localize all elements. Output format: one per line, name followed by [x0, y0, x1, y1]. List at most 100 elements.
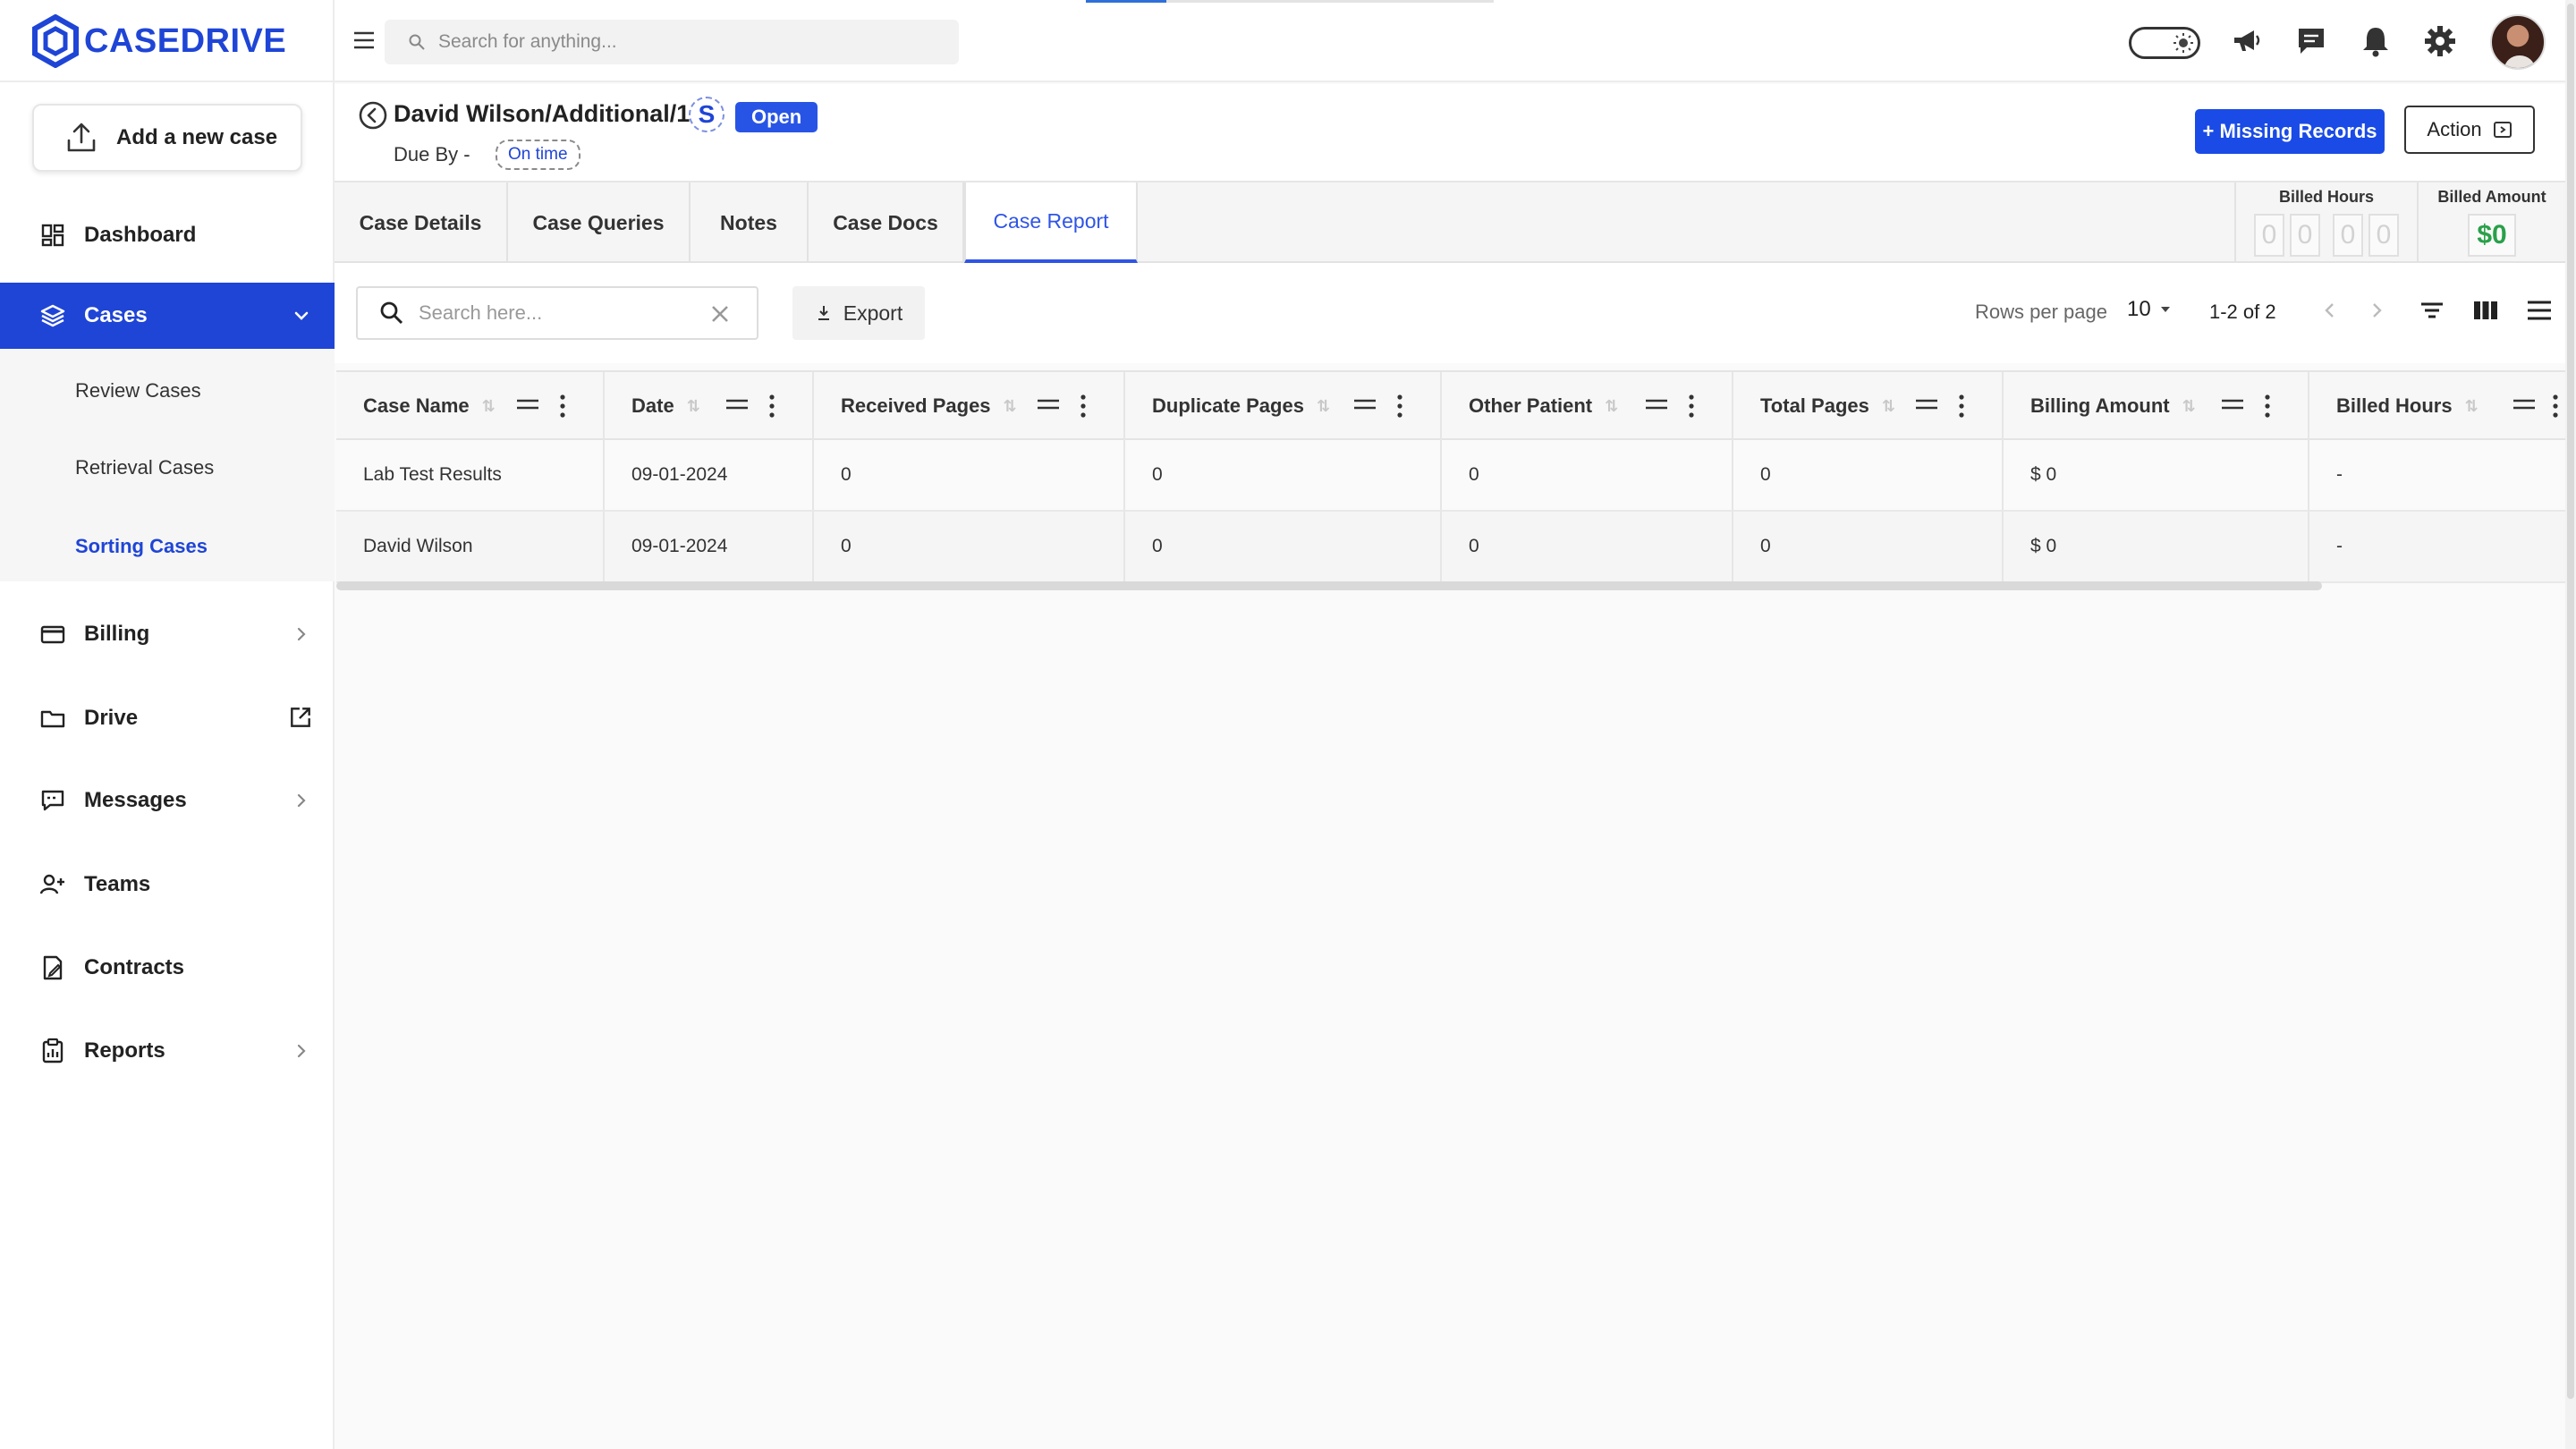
global-search-placeholder: Search for anything...	[438, 31, 617, 52]
table-row[interactable]: Lab Test Results 09-01-2024 0 0 0 0 $ 0 …	[336, 440, 2565, 512]
external-link-icon[interactable]	[288, 705, 313, 730]
column-menu-icon[interactable]	[2553, 394, 2558, 419]
clear-search-icon[interactable]	[708, 302, 732, 326]
global-search-input[interactable]: Search for anything...	[385, 20, 959, 64]
sort-icon[interactable]: ⇅	[2182, 397, 2196, 416]
sidebar-subitem-review-cases[interactable]: Review Cases	[75, 379, 201, 402]
missing-records-button[interactable]: + Missing Records	[2195, 109, 2385, 154]
density-icon[interactable]	[2524, 295, 2555, 326]
sort-icon[interactable]: ⇅	[1004, 397, 1017, 416]
column-header-other-patient[interactable]: Other Patient ⇅	[1442, 372, 1733, 440]
column-menu-icon[interactable]	[560, 394, 565, 419]
settings-gear-icon[interactable]	[2422, 23, 2458, 59]
column-header-total-pages[interactable]: Total Pages ⇅	[1733, 372, 2004, 440]
sidebar-item-teams[interactable]: Teams	[0, 852, 335, 918]
page-scrollbar[interactable]	[2565, 0, 2576, 1449]
sort-icon[interactable]: ⇅	[2465, 397, 2479, 416]
column-menu-icon[interactable]	[769, 394, 775, 419]
column-label: Received Pages	[841, 394, 991, 417]
cell-received-pages: 0	[814, 512, 1125, 581]
table-search-input[interactable]: Search here...	[356, 286, 758, 340]
hexagon-logo-icon	[32, 14, 79, 68]
sidebar-subitem-retrieval-cases[interactable]: Retrieval Cases	[75, 456, 214, 479]
sort-icon[interactable]: ⇅	[1882, 397, 1895, 416]
column-label: Other Patient	[1469, 394, 1593, 417]
drag-handle-icon[interactable]	[726, 397, 748, 411]
columns-icon[interactable]	[2470, 295, 2501, 326]
column-label: Billed Hours	[2336, 394, 2453, 417]
drag-handle-icon[interactable]	[517, 397, 538, 411]
drag-handle-icon[interactable]	[2222, 397, 2243, 411]
hamburger-menu-icon[interactable]	[349, 25, 379, 55]
user-avatar[interactable]	[2490, 14, 2546, 70]
tab-case-report[interactable]: Case Report	[964, 182, 1138, 263]
upload-icon	[67, 123, 96, 152]
sort-icon[interactable]: ⇅	[687, 397, 700, 416]
chat-icon[interactable]	[2293, 23, 2329, 59]
tab-notes[interactable]: Notes	[691, 182, 809, 263]
add-new-case-button[interactable]: Add a new case	[32, 104, 302, 172]
column-label: Total Pages	[1760, 394, 1869, 417]
column-header-case-name[interactable]: Case Name ⇅	[336, 372, 605, 440]
loading-bar	[1086, 0, 1494, 3]
sort-icon[interactable]: ⇅	[1605, 397, 1618, 416]
sidebar-item-reports[interactable]: Reports	[0, 1018, 335, 1084]
export-button[interactable]: Export	[792, 286, 925, 340]
drag-handle-icon[interactable]	[2513, 397, 2535, 411]
back-arrow-icon[interactable]	[358, 100, 388, 131]
chevron-right-icon	[290, 1039, 313, 1063]
column-menu-icon[interactable]	[2265, 394, 2270, 419]
sort-icon[interactable]: ⇅	[1317, 397, 1330, 416]
theme-toggle[interactable]	[2129, 27, 2200, 59]
download-icon	[818, 306, 829, 320]
sidebar-item-drive[interactable]: Drive	[0, 685, 335, 751]
tab-case-docs[interactable]: Case Docs	[809, 182, 964, 263]
table-header: Case Name ⇅ Date ⇅ Received Pages ⇅ Duplica…	[336, 370, 2565, 440]
sort-icon[interactable]: ⇅	[482, 397, 496, 416]
dashboard-icon	[39, 222, 66, 249]
drag-handle-icon[interactable]	[1916, 397, 1937, 411]
filter-icon[interactable]	[2417, 295, 2447, 326]
sidebar-item-billing[interactable]: Billing	[0, 601, 335, 667]
action-button[interactable]: Action	[2404, 106, 2535, 154]
drag-handle-icon[interactable]	[1354, 397, 1376, 411]
rows-per-page-value: 10	[2127, 297, 2151, 321]
chevron-right-icon	[290, 789, 313, 812]
drag-handle-icon[interactable]	[1646, 397, 1667, 411]
cell-total-pages: 0	[1733, 512, 2004, 581]
previous-page-icon[interactable]	[2317, 297, 2343, 324]
casedrive-logo[interactable]: CASEDRIVE	[32, 13, 286, 70]
column-header-duplicate-pages[interactable]: Duplicate Pages ⇅	[1125, 372, 1442, 440]
search-icon	[380, 301, 403, 325]
column-menu-icon[interactable]	[1959, 394, 1964, 419]
column-header-billing-amount[interactable]: Billing Amount ⇅	[2004, 372, 2309, 440]
sidebar-subitem-sorting-cases[interactable]: Sorting Cases	[75, 535, 208, 558]
on-time-badge: On time	[496, 140, 580, 170]
cell-billed-hours: -	[2336, 536, 2343, 556]
sidebar-item-cases[interactable]: Cases	[0, 283, 335, 349]
column-header-billed-hours[interactable]: Billed Hours ⇅	[2309, 372, 2565, 440]
drag-handle-icon[interactable]	[1038, 397, 1059, 411]
rows-per-page-select[interactable]: 10	[2127, 297, 2173, 322]
contract-icon	[39, 954, 66, 981]
megaphone-icon[interactable]	[2229, 23, 2265, 59]
sidebar-item-dashboard[interactable]: Dashboard	[0, 202, 335, 268]
cell-case-name: David Wilson	[336, 512, 605, 581]
column-header-date[interactable]: Date ⇅	[605, 372, 814, 440]
sidebar-item-messages[interactable]: Messages	[0, 767, 335, 834]
sidebar-item-label: Teams	[84, 872, 151, 896]
users-icon	[39, 871, 66, 898]
sidebar-item-label: Billing	[84, 622, 150, 646]
table-horizontal-scrollbar[interactable]	[336, 581, 2322, 590]
sidebar-item-contracts[interactable]: Contracts	[0, 935, 335, 1001]
next-page-icon[interactable]	[2363, 297, 2390, 324]
column-menu-icon[interactable]	[1689, 394, 1694, 419]
tab-case-queries[interactable]: Case Queries	[508, 182, 691, 263]
table-row[interactable]: David Wilson 09-01-2024 0 0 0 0 $ 0 -	[336, 512, 2565, 583]
tab-case-details[interactable]: Case Details	[335, 182, 508, 263]
column-menu-icon[interactable]	[1397, 394, 1402, 419]
column-menu-icon[interactable]	[1080, 394, 1086, 419]
notification-bell-icon[interactable]	[2358, 23, 2394, 59]
column-header-received-pages[interactable]: Received Pages ⇅	[814, 372, 1125, 440]
pagination-info: 1-2 of 2	[2209, 301, 2276, 323]
